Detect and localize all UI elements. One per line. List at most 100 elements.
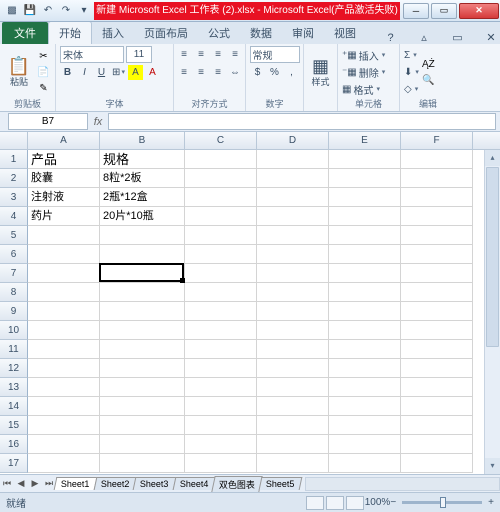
- cell-B4[interactable]: 20片*10瓶: [100, 207, 185, 226]
- font-color-button[interactable]: A: [145, 65, 160, 80]
- comma-button[interactable]: ,: [284, 65, 299, 80]
- row-header-7[interactable]: 7: [0, 264, 28, 283]
- tab-home[interactable]: 开始: [48, 21, 92, 44]
- cell-C6[interactable]: [185, 245, 257, 264]
- cell-C15[interactable]: [185, 416, 257, 435]
- cell-A8[interactable]: [28, 283, 100, 302]
- cell-C16[interactable]: [185, 435, 257, 454]
- cell-F5[interactable]: [401, 226, 473, 245]
- cell-E13[interactable]: [329, 378, 401, 397]
- cell-A1[interactable]: 产品: [28, 150, 100, 169]
- cell-D5[interactable]: [257, 226, 329, 245]
- row-header-12[interactable]: 12: [0, 359, 28, 378]
- row-header-17[interactable]: 17: [0, 454, 28, 473]
- cell-C9[interactable]: [185, 302, 257, 321]
- cell-D7[interactable]: [257, 264, 329, 283]
- scroll-thumb[interactable]: [486, 167, 499, 347]
- cell-E1[interactable]: [329, 150, 401, 169]
- cell-A11[interactable]: [28, 340, 100, 359]
- cell-B14[interactable]: [100, 397, 185, 416]
- cell-D16[interactable]: [257, 435, 329, 454]
- cell-D4[interactable]: [257, 207, 329, 226]
- number-format-select[interactable]: 常规: [250, 46, 300, 63]
- cell-A4[interactable]: 药片: [28, 207, 100, 226]
- cell-D9[interactable]: [257, 302, 329, 321]
- cell-C7[interactable]: [185, 264, 257, 283]
- tab-insert[interactable]: 插入: [92, 22, 134, 44]
- sheet-tab-4[interactable]: Sheet4: [172, 477, 215, 490]
- cell-F16[interactable]: [401, 435, 473, 454]
- file-tab[interactable]: 文件: [2, 22, 48, 44]
- cell-C4[interactable]: [185, 207, 257, 226]
- cell-D1[interactable]: [257, 150, 329, 169]
- cell-D13[interactable]: [257, 378, 329, 397]
- row-header-4[interactable]: 4: [0, 207, 28, 226]
- cell-D8[interactable]: [257, 283, 329, 302]
- cell-F12[interactable]: [401, 359, 473, 378]
- cell-F11[interactable]: [401, 340, 473, 359]
- align-top[interactable]: ≡: [177, 47, 192, 62]
- cell-F10[interactable]: [401, 321, 473, 340]
- sheet-tab-3[interactable]: Sheet3: [133, 477, 176, 490]
- cell-B16[interactable]: [100, 435, 185, 454]
- cell-C8[interactable]: [185, 283, 257, 302]
- cell-F14[interactable]: [401, 397, 473, 416]
- bold-button[interactable]: B: [60, 65, 75, 80]
- qat-save[interactable]: 💾: [22, 3, 38, 19]
- help-icon[interactable]: ?: [382, 32, 400, 44]
- cell-F1[interactable]: [401, 150, 473, 169]
- cell-A13[interactable]: [28, 378, 100, 397]
- paste-button[interactable]: 📋 粘贴: [4, 50, 34, 94]
- row-header-3[interactable]: 3: [0, 188, 28, 207]
- row-header-13[interactable]: 13: [0, 378, 28, 397]
- delete-cells-button[interactable]: ⁻▦ 删除▾: [342, 64, 385, 80]
- cell-B11[interactable]: [100, 340, 185, 359]
- name-box[interactable]: B7: [8, 113, 88, 130]
- tab-review[interactable]: 审阅: [282, 22, 324, 44]
- cell-F4[interactable]: [401, 207, 473, 226]
- cell-B12[interactable]: [100, 359, 185, 378]
- cell-F3[interactable]: [401, 188, 473, 207]
- cell-D17[interactable]: [257, 454, 329, 473]
- underline-button[interactable]: U: [94, 65, 109, 80]
- format-cells-button[interactable]: ▦ 格式▾: [342, 81, 385, 97]
- cell-F17[interactable]: [401, 454, 473, 473]
- cell-D10[interactable]: [257, 321, 329, 340]
- tab-formulas[interactable]: 公式: [198, 22, 240, 44]
- cell-A7[interactable]: [28, 264, 100, 283]
- cell-A3[interactable]: 注射液: [28, 188, 100, 207]
- row-header-14[interactable]: 14: [0, 397, 28, 416]
- copy-button[interactable]: 📄: [36, 65, 51, 80]
- page-break-view-button[interactable]: [346, 496, 364, 510]
- row-header-16[interactable]: 16: [0, 435, 28, 454]
- cell-E8[interactable]: [329, 283, 401, 302]
- tab-data[interactable]: 数据: [240, 22, 282, 44]
- cell-E4[interactable]: [329, 207, 401, 226]
- cell-E3[interactable]: [329, 188, 401, 207]
- fill-color-button[interactable]: A: [128, 65, 143, 80]
- border-button[interactable]: ⊞▾: [111, 65, 126, 80]
- row-header-15[interactable]: 15: [0, 416, 28, 435]
- scroll-down-icon[interactable]: ▾: [485, 458, 500, 474]
- cell-E7[interactable]: [329, 264, 401, 283]
- maximize-button[interactable]: ▭: [431, 3, 457, 19]
- minimize-ribbon-icon[interactable]: ▵: [415, 31, 433, 44]
- cell-B17[interactable]: [100, 454, 185, 473]
- cell-E12[interactable]: [329, 359, 401, 378]
- cell-B9[interactable]: [100, 302, 185, 321]
- cell-E2[interactable]: [329, 169, 401, 188]
- cell-B13[interactable]: [100, 378, 185, 397]
- cell-B6[interactable]: [100, 245, 185, 264]
- cell-E15[interactable]: [329, 416, 401, 435]
- font-name-select[interactable]: 宋体: [60, 46, 124, 63]
- cell-E6[interactable]: [329, 245, 401, 264]
- cell-F6[interactable]: [401, 245, 473, 264]
- row-header-5[interactable]: 5: [0, 226, 28, 245]
- cell-F2[interactable]: [401, 169, 473, 188]
- cell-D14[interactable]: [257, 397, 329, 416]
- zoom-in-button[interactable]: +: [488, 497, 494, 508]
- formula-input[interactable]: [108, 113, 496, 130]
- cell-A12[interactable]: [28, 359, 100, 378]
- cell-A6[interactable]: [28, 245, 100, 264]
- row-header-2[interactable]: 2: [0, 169, 28, 188]
